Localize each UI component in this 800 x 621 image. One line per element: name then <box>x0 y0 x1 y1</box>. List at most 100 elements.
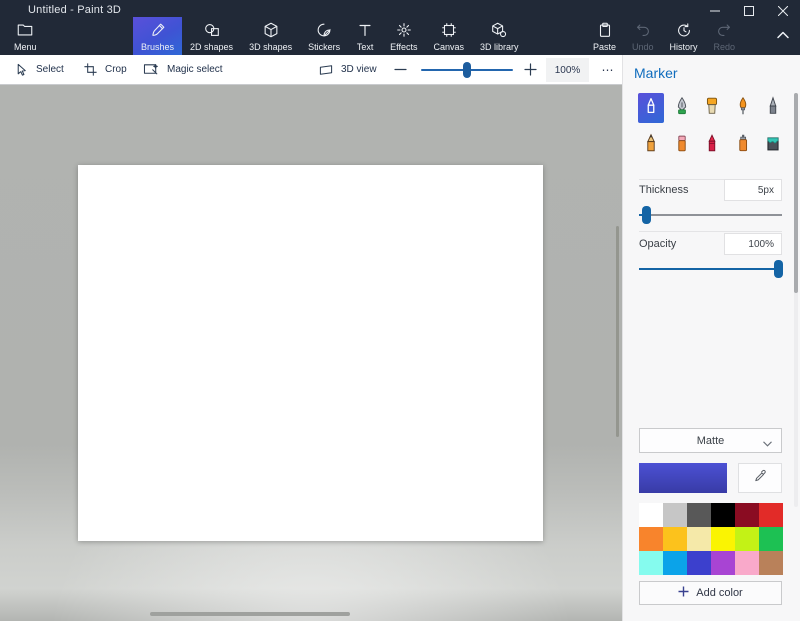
zoom-in-button[interactable] <box>524 55 537 84</box>
action-label: Redo <box>714 42 736 52</box>
palette-swatch[interactable] <box>759 503 783 527</box>
action-label: History <box>670 42 698 52</box>
opacity-slider[interactable] <box>639 268 782 270</box>
crop-button[interactable]: Crop <box>83 55 127 84</box>
brush-oil-brush[interactable] <box>699 93 725 123</box>
palette-swatch[interactable] <box>735 527 759 551</box>
tab-3d-shapes[interactable]: 3D shapes <box>241 17 300 55</box>
3d-view-button[interactable]: 3D view <box>318 55 377 84</box>
brush-fill[interactable] <box>760 130 786 160</box>
undo-icon <box>634 21 652 39</box>
palette-swatch[interactable] <box>735 551 759 575</box>
opacity-slider-thumb[interactable] <box>774 260 783 278</box>
crop-label: Crop <box>105 64 127 75</box>
palette-swatch[interactable] <box>711 551 735 575</box>
thickness-slider-thumb[interactable] <box>642 206 651 224</box>
brush-spray-can[interactable] <box>730 130 756 160</box>
titlebar: Untitled - Paint 3D Menu <box>0 0 800 55</box>
paste-button[interactable]: Paste <box>585 17 624 55</box>
panel-scrollbar-thumb[interactable] <box>794 93 798 293</box>
color-palette <box>639 503 783 575</box>
tab-brushes[interactable]: Brushes <box>133 17 182 55</box>
plus-icon <box>678 586 689 600</box>
drawing-canvas[interactable] <box>78 165 543 541</box>
spray-can-icon <box>732 131 754 160</box>
zoom-slider[interactable] <box>421 69 513 71</box>
close-button[interactable] <box>766 0 800 22</box>
tab-3d-library[interactable]: 3D library <box>472 17 527 55</box>
brush-calligraphy-pen[interactable] <box>669 93 695 123</box>
finish-dropdown[interactable]: Matte <box>639 428 782 453</box>
action-label: Paste <box>593 42 616 52</box>
undo-button[interactable]: Undo <box>624 17 662 55</box>
tab-canvas[interactable]: Canvas <box>425 17 472 55</box>
paste-icon <box>596 21 614 39</box>
oil-brush-icon <box>701 94 723 123</box>
brush-crayon[interactable] <box>699 130 725 160</box>
select-button[interactable]: Select <box>14 55 64 84</box>
palette-swatch[interactable] <box>639 551 663 575</box>
palette-swatch[interactable] <box>687 527 711 551</box>
palette-swatch[interactable] <box>711 527 735 551</box>
brush-pencil[interactable] <box>638 130 664 160</box>
pencil-icon <box>640 131 662 160</box>
stickers-icon <box>315 21 333 39</box>
brush-eraser[interactable] <box>669 130 695 160</box>
select-label: Select <box>36 64 64 75</box>
palette-swatch[interactable] <box>687 551 711 575</box>
3d-shapes-icon <box>262 21 280 39</box>
zoom-level-button[interactable]: 100% <box>546 58 589 82</box>
workspace <box>0 85 622 621</box>
opacity-input[interactable]: 100% <box>724 233 782 255</box>
palette-swatch[interactable] <box>687 503 711 527</box>
history-button[interactable]: History <box>662 17 706 55</box>
brush-watercolor[interactable] <box>730 93 756 123</box>
tab-2d-shapes[interactable]: 2D shapes <box>182 17 241 55</box>
palette-swatch[interactable] <box>663 551 687 575</box>
thickness-input[interactable]: 5px <box>724 179 782 201</box>
zoom-slider-thumb[interactable] <box>463 62 471 78</box>
redo-button[interactable]: Redo <box>706 17 744 55</box>
palette-swatch[interactable] <box>663 527 687 551</box>
panel-scrollbar[interactable] <box>794 93 798 507</box>
eyedropper-button[interactable] <box>738 463 782 493</box>
ribbon-tabs: Brushes 2D shapes 3D shapes <box>133 17 527 55</box>
more-options-button[interactable]: ⋯ <box>596 58 620 82</box>
ribbon-actions: Paste Undo History <box>585 17 743 55</box>
thickness-value: 5px <box>758 185 774 196</box>
horizontal-scrollbar[interactable] <box>150 612 350 616</box>
palette-swatch[interactable] <box>663 503 687 527</box>
magic-select-button[interactable]: Magic select <box>143 55 223 84</box>
plus-icon <box>524 63 537 76</box>
palette-swatch[interactable] <box>711 503 735 527</box>
add-color-button[interactable]: Add color <box>639 581 782 605</box>
zoom-out-button[interactable] <box>394 55 407 84</box>
magic-select-icon <box>143 62 160 77</box>
palette-swatch[interactable] <box>735 503 759 527</box>
palette-swatch[interactable] <box>639 503 663 527</box>
palette-swatch[interactable] <box>639 527 663 551</box>
brush-row-1 <box>638 93 786 123</box>
palette-swatch[interactable] <box>759 551 783 575</box>
chevron-up-icon <box>776 27 790 45</box>
marker-icon <box>640 94 662 123</box>
collapse-ribbon-button[interactable] <box>770 24 796 48</box>
tab-label: 2D shapes <box>190 42 233 52</box>
vertical-scrollbar[interactable] <box>616 226 619 437</box>
menu-icon <box>16 21 34 39</box>
palette-swatch[interactable] <box>759 527 783 551</box>
thickness-slider[interactable] <box>639 214 782 216</box>
tab-label: Stickers <box>308 42 340 52</box>
menu-button[interactable]: Menu <box>6 17 45 55</box>
brush-marker[interactable] <box>638 93 664 123</box>
tool-options-bar: Select Crop Magic select <box>0 55 622 85</box>
current-color-swatch[interactable] <box>639 463 727 493</box>
brush-pixel-pen[interactable] <box>760 93 786 123</box>
brushes-panel: Marker <box>622 55 800 621</box>
tab-text[interactable]: Text <box>348 17 382 55</box>
paint3d-window: Untitled - Paint 3D Menu <box>0 0 800 621</box>
tab-effects[interactable]: Effects <box>382 17 425 55</box>
3d-view-icon <box>318 63 334 77</box>
tab-stickers[interactable]: Stickers <box>300 17 348 55</box>
add-color-label: Add color <box>696 587 742 599</box>
